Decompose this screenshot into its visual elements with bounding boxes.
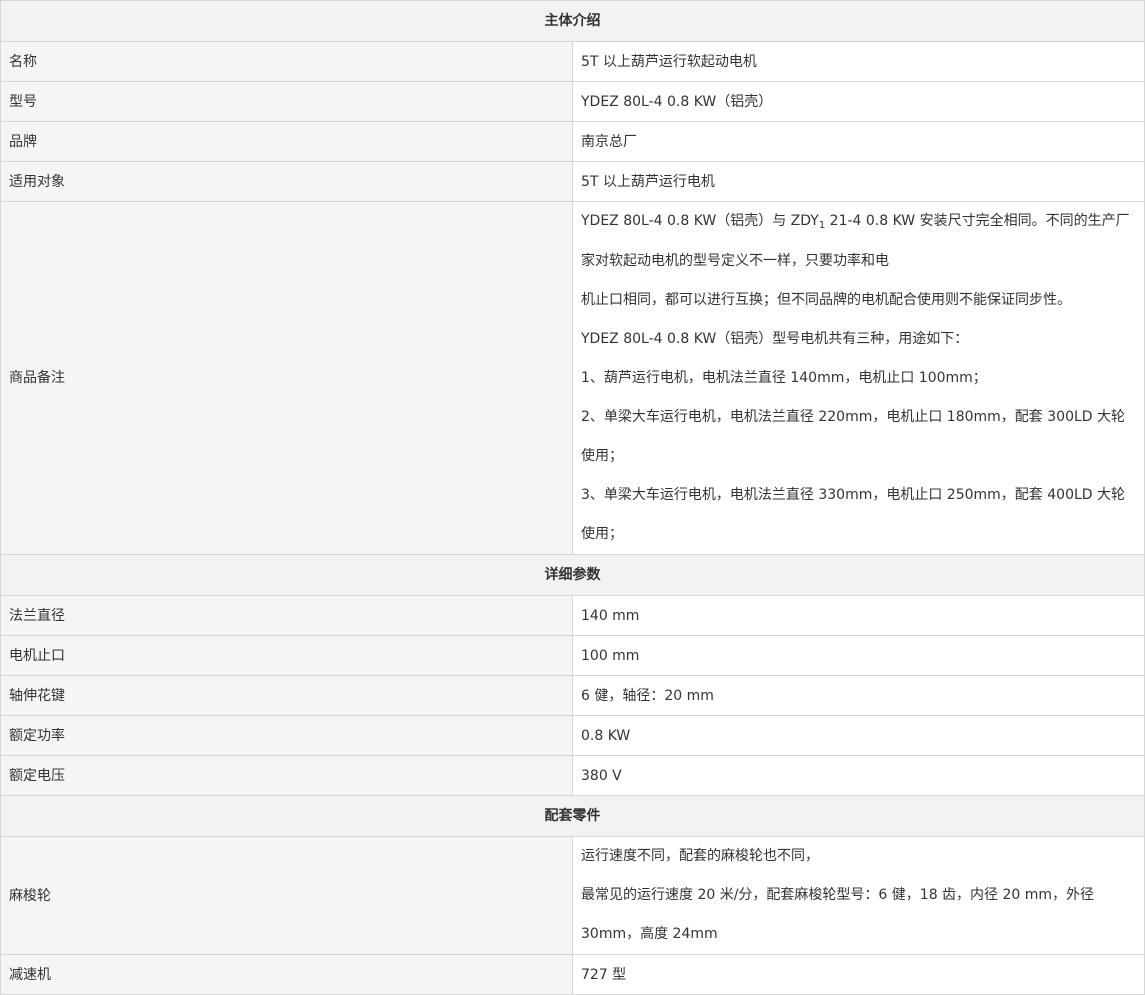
table-row: 减速机 727 型 bbox=[0, 954, 1145, 995]
row-value-spigot: 100 mm bbox=[572, 635, 1145, 676]
notes-line-1: YDEZ 80L-4 0.8 KW（铝壳）与 ZDY1 21-4 0.8 KW … bbox=[581, 202, 1136, 281]
row-value-applicable: 5T 以上葫芦运行电机 bbox=[572, 161, 1145, 202]
row-label-spigot: 电机止口 bbox=[0, 635, 573, 676]
row-value-spline: 6 健，轴径：20 mm bbox=[572, 675, 1145, 716]
table-row: 电机止口 100 mm bbox=[0, 635, 1145, 676]
notes-line-3: YDEZ 80L-4 0.8 KW（铝壳）型号电机共有三种，用途如下： bbox=[581, 331, 969, 347]
row-value-wheel: 运行速度不同，配套的麻梭轮也不同， 最常见的运行速度 20 米/分，配套麻梭轮型… bbox=[572, 836, 1145, 955]
table-row: 轴伸花键 6 健，轴径：20 mm bbox=[0, 675, 1145, 716]
table-row: 额定电压 380 V bbox=[0, 755, 1145, 796]
table-row: 适用对象 5T 以上葫芦运行电机 bbox=[0, 161, 1145, 202]
row-label-name: 名称 bbox=[0, 41, 573, 82]
notes-line-5: 2、单梁大车运行电机，电机法兰直径 220mm，电机止口 180mm，配套 30… bbox=[581, 409, 1126, 464]
row-label-reducer: 减速机 bbox=[0, 954, 573, 995]
table-row: 麻梭轮 运行速度不同，配套的麻梭轮也不同， 最常见的运行速度 20 米/分，配套… bbox=[0, 836, 1145, 955]
wheel-line-1: 运行速度不同，配套的麻梭轮也不同， bbox=[581, 848, 819, 864]
section-header-accessories: 配套零件 bbox=[0, 795, 1145, 837]
notes-line-1-text-a: YDEZ 80L-4 0.8 KW（铝壳）与 ZDY bbox=[581, 213, 819, 229]
row-label-voltage: 额定电压 bbox=[0, 755, 573, 796]
row-label-notes: 商品备注 bbox=[0, 201, 573, 555]
row-value-voltage: 380 V bbox=[572, 755, 1145, 796]
table-row: 品牌 南京总厂 bbox=[0, 121, 1145, 162]
row-label-model: 型号 bbox=[0, 81, 573, 122]
row-value-flange: 140 mm bbox=[572, 595, 1145, 636]
row-label-wheel: 麻梭轮 bbox=[0, 836, 573, 955]
section-header-main-intro: 主体介绍 bbox=[0, 0, 1145, 42]
row-label-flange: 法兰直径 bbox=[0, 595, 573, 636]
notes-line-2: 机止口相同，都可以进行互换；但不同品牌的电机配合使用则不能保证同步性。 bbox=[581, 292, 1071, 308]
row-label-power: 额定功率 bbox=[0, 715, 573, 756]
spec-table: 主体介绍 名称 5T 以上葫芦运行软起动电机 型号 YDEZ 80L-4 0.8… bbox=[0, 0, 1145, 995]
row-value-brand: 南京总厂 bbox=[572, 121, 1145, 162]
row-value-model: YDEZ 80L-4 0.8 KW（铝壳） bbox=[572, 81, 1145, 122]
notes-line-6: 3、单梁大车运行电机，电机法兰直径 330mm，电机止口 250mm，配套 40… bbox=[581, 487, 1126, 542]
table-row: 型号 YDEZ 80L-4 0.8 KW（铝壳） bbox=[0, 81, 1145, 122]
table-row: 额定功率 0.8 KW bbox=[0, 715, 1145, 756]
row-label-spline: 轴伸花键 bbox=[0, 675, 573, 716]
table-row: 名称 5T 以上葫芦运行软起动电机 bbox=[0, 41, 1145, 82]
row-value-reducer: 727 型 bbox=[572, 954, 1145, 995]
row-value-notes: YDEZ 80L-4 0.8 KW（铝壳）与 ZDY1 21-4 0.8 KW … bbox=[572, 201, 1145, 555]
section-header-detail-params: 详细参数 bbox=[0, 554, 1145, 596]
wheel-line-2: 最常见的运行速度 20 米/分，配套麻梭轮型号：6 健，18 齿，内径 20 m… bbox=[581, 887, 1095, 942]
row-label-brand: 品牌 bbox=[0, 121, 573, 162]
notes-line-4: 1、葫芦运行电机，电机法兰直径 140mm，电机止口 100mm； bbox=[581, 370, 987, 386]
row-value-name: 5T 以上葫芦运行软起动电机 bbox=[572, 41, 1145, 82]
notes-subscript: 1 bbox=[818, 220, 826, 231]
row-label-applicable: 适用对象 bbox=[0, 161, 573, 202]
table-row: 商品备注 YDEZ 80L-4 0.8 KW（铝壳）与 ZDY1 21-4 0.… bbox=[0, 201, 1145, 555]
row-value-power: 0.8 KW bbox=[572, 715, 1145, 756]
table-row: 法兰直径 140 mm bbox=[0, 595, 1145, 636]
